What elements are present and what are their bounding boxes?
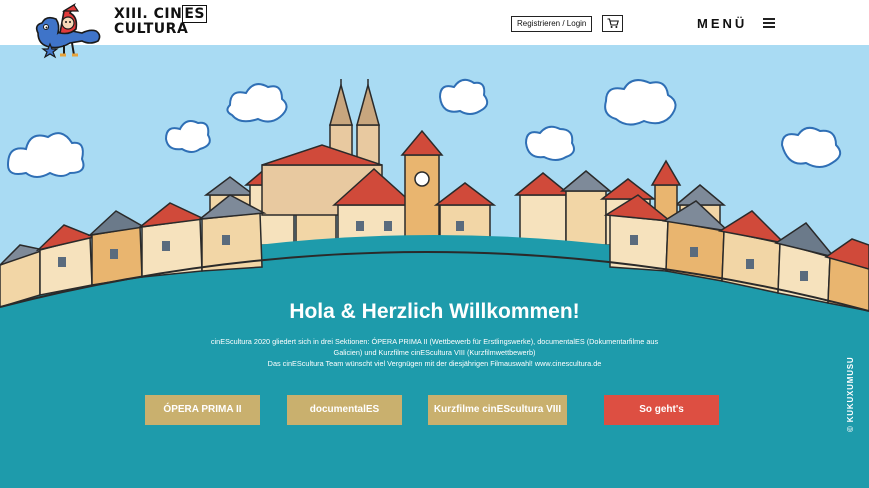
- intro-text: cinEScultura 2020 gliedert sich in drei …: [200, 336, 669, 369]
- cart-icon: [607, 18, 619, 28]
- copyright-credit: © KUKUXUMUSU: [846, 356, 855, 433]
- intro-line-2: Galicien) und Kurzfilme cinEScultura VII…: [333, 348, 536, 357]
- intro-line-1: cinEScultura 2020 gliedert sich in drei …: [210, 337, 659, 346]
- register-login-button[interactable]: Registrieren / Login: [511, 16, 593, 32]
- menu-label[interactable]: MENÜ: [697, 16, 747, 31]
- logo-mascot[interactable]: [30, 3, 110, 59]
- logo-wordmark[interactable]: XIII. CIN ES CULTURA: [114, 5, 207, 37]
- main-content: Hola & Herzlich Willkommen! cinEScultura…: [0, 0, 869, 488]
- hamburger-icon[interactable]: [763, 18, 775, 28]
- opera-prima-button[interactable]: ÓPERA PRIMA II: [145, 395, 260, 425]
- so-gehts-button[interactable]: So geht's: [604, 395, 719, 425]
- kurzfilme-button[interactable]: Kurzfilme cinEScultura VIII: [428, 395, 567, 425]
- site-header: XIII. CIN ES CULTURA Registrieren / Login…: [0, 0, 869, 59]
- logo-line-1: XIII. CIN: [114, 6, 183, 22]
- documentales-button[interactable]: documentalES: [287, 395, 402, 425]
- page-title: Hola & Herzlich Willkommen!: [289, 300, 580, 323]
- logo-line-2: CULTURA: [114, 21, 189, 37]
- intro-line-3: Das cinEScultura Team wünscht viel Vergn…: [267, 359, 602, 368]
- cart-button[interactable]: [602, 15, 623, 32]
